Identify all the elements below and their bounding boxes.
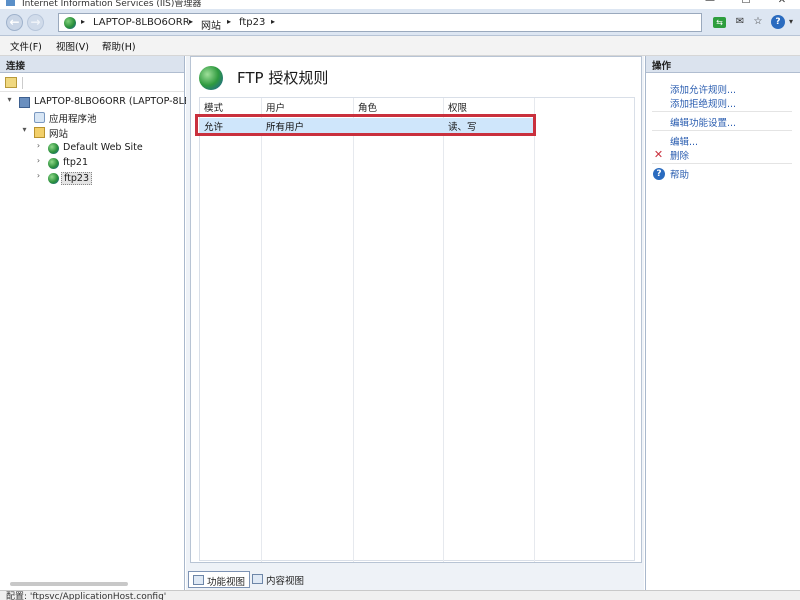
actions-divider	[652, 111, 792, 112]
breadcrumb-separator-icon[interactable]: ▸	[189, 17, 193, 26]
actions-header: 操作	[646, 56, 800, 73]
column-divider	[534, 98, 535, 562]
chevron-down-icon[interactable]: ▾	[5, 95, 14, 104]
chevron-right-icon[interactable]: ›	[34, 156, 43, 165]
connections-panel: 连接 ▾ LAPTOP-8LBO6ORR (LAPTOP-8LB 应用程序池 ▾…	[0, 56, 190, 590]
website-icon	[48, 143, 59, 154]
edit-feature-settings-link[interactable]: 编辑功能设置...	[670, 115, 736, 129]
chevron-right-icon[interactable]: ›	[34, 171, 43, 180]
app-pool-icon	[34, 112, 45, 123]
view-tabs: 功能视图 内容视图	[186, 567, 644, 589]
tree-item-ftp21[interactable]: › ftp21	[0, 156, 184, 171]
tree-item-label: LAPTOP-8LBO6ORR (LAPTOP-8LB	[34, 96, 191, 107]
horizontal-scrollbar[interactable]	[10, 582, 128, 586]
breadcrumb-separator-icon[interactable]: ▸	[81, 17, 85, 26]
tab-label: 内容视图	[266, 576, 305, 587]
tree-item-sites[interactable]: ▾ 网站	[0, 125, 184, 140]
column-header-user[interactable]: 用户	[262, 98, 285, 114]
address-bar-row: ← → ▸ LAPTOP-8LBO6ORR ▸ 网站 ▸ ftp23 ▸ ⇆ ✉…	[0, 9, 800, 36]
tree-item-label: 应用程序池	[49, 114, 97, 125]
actions-panel: 操作 添加允许规则... 添加拒绝规则... 编辑功能设置... 编辑... ✕…	[645, 56, 800, 590]
tab-features-view[interactable]: 功能视图	[188, 571, 251, 588]
feature-content: FTP 授权规则 模式 用户 角色 权限 允许 所有用户 读、写	[190, 56, 642, 563]
tree-item-label: ftp23	[61, 172, 93, 185]
actions-divider	[652, 163, 792, 164]
globe-icon	[64, 17, 76, 29]
breadcrumb-server[interactable]: LAPTOP-8LBO6ORR	[93, 17, 190, 28]
delete-icon: ✕	[653, 148, 664, 161]
column-header-permission[interactable]: 权限	[444, 98, 467, 114]
status-text: 配置: 'ftpsvc/ApplicationHost.config'	[6, 592, 167, 600]
help-icon[interactable]: ?	[771, 15, 785, 29]
features-view-icon	[193, 575, 204, 585]
favorite-icon[interactable]: ☆	[751, 14, 765, 31]
tree-item-app-pools[interactable]: 应用程序池	[0, 110, 184, 125]
tree-item-label: ftp21	[63, 157, 89, 168]
highlight-box	[195, 114, 536, 136]
breadcrumb-separator-icon[interactable]: ▸	[227, 17, 231, 26]
tree-item-label: Default Web Site	[63, 142, 143, 153]
website-icon	[48, 158, 59, 169]
chevron-right-icon[interactable]: ›	[34, 141, 43, 150]
mail-icon[interactable]: ✉	[733, 14, 747, 31]
column-header-mode[interactable]: 模式	[200, 98, 223, 114]
tree-item-server[interactable]: ▾ LAPTOP-8LBO6ORR (LAPTOP-8LB	[0, 95, 190, 110]
edit-link[interactable]: 编辑...	[670, 134, 698, 148]
toolbar-divider	[22, 77, 23, 89]
tree-item-ftp23[interactable]: › ftp23	[0, 171, 184, 186]
status-bar: 配置: 'ftpsvc/ApplicationHost.config'	[0, 590, 800, 600]
breadcrumb-ftp23[interactable]: ftp23	[239, 17, 265, 28]
chevron-down-icon[interactable]: ▾	[20, 125, 29, 134]
breadcrumb-separator-icon[interactable]: ▸	[271, 17, 275, 26]
menu-help[interactable]: 帮助(H)	[102, 39, 136, 53]
forward-button[interactable]: →	[27, 14, 44, 31]
ftp-globe-icon	[199, 66, 223, 90]
page-title: FTP 授权规则	[237, 69, 329, 87]
website-icon	[48, 173, 59, 184]
menu-bar: 文件(F) 视图(V) 帮助(H)	[0, 36, 800, 56]
menu-view[interactable]: 视图(V)	[56, 39, 89, 53]
connections-header: 连接	[0, 56, 184, 73]
help-icon: ?	[653, 168, 665, 180]
tree-item-label: 网站	[49, 129, 69, 140]
close-button[interactable]: ✕	[772, 0, 792, 7]
tab-label: 功能视图	[207, 577, 246, 588]
tab-content-view[interactable]: 内容视图	[248, 571, 308, 588]
iis-app-icon	[6, 0, 15, 6]
connect-icon[interactable]: ⇆	[713, 17, 726, 28]
minimize-button[interactable]: —	[700, 0, 720, 7]
rules-table: 模式 用户 角色 权限 允许 所有用户 读、写	[195, 97, 635, 562]
folder-icon	[34, 127, 45, 138]
add-allow-rule-link[interactable]: 添加允许规则...	[670, 82, 736, 96]
column-divider	[353, 98, 354, 562]
title-bar: Internet Information Services (IIS)管理器 —…	[0, 0, 800, 9]
maximize-button[interactable]: ☐	[736, 0, 756, 7]
content-view-icon	[252, 574, 263, 584]
tree-item-default-web-site[interactable]: › Default Web Site	[0, 141, 184, 156]
column-divider	[443, 98, 444, 562]
new-connection-icon[interactable]	[5, 77, 17, 88]
server-icon	[19, 97, 30, 108]
help-link[interactable]: 帮助	[670, 167, 689, 181]
connections-toolbar	[0, 74, 184, 92]
breadcrumb-sites[interactable]: 网站	[201, 17, 221, 32]
window-title: Internet Information Services (IIS)管理器	[22, 0, 202, 9]
address-box[interactable]: ▸ LAPTOP-8LBO6ORR ▸ 网站 ▸ ftp23 ▸	[58, 13, 702, 32]
actions-divider	[652, 130, 792, 131]
delete-link[interactable]: 删除	[670, 148, 689, 162]
menu-file[interactable]: 文件(F)	[10, 39, 42, 53]
back-button[interactable]: ←	[6, 14, 23, 31]
column-header-role[interactable]: 角色	[354, 98, 377, 114]
add-deny-rule-link[interactable]: 添加拒绝规则...	[670, 96, 736, 110]
chevron-down-icon[interactable]: ▾	[786, 14, 796, 31]
feature-panel: FTP 授权规则 模式 用户 角色 权限 允许 所有用户 读、写 功能视图 内容…	[186, 56, 644, 590]
column-divider	[261, 98, 262, 562]
